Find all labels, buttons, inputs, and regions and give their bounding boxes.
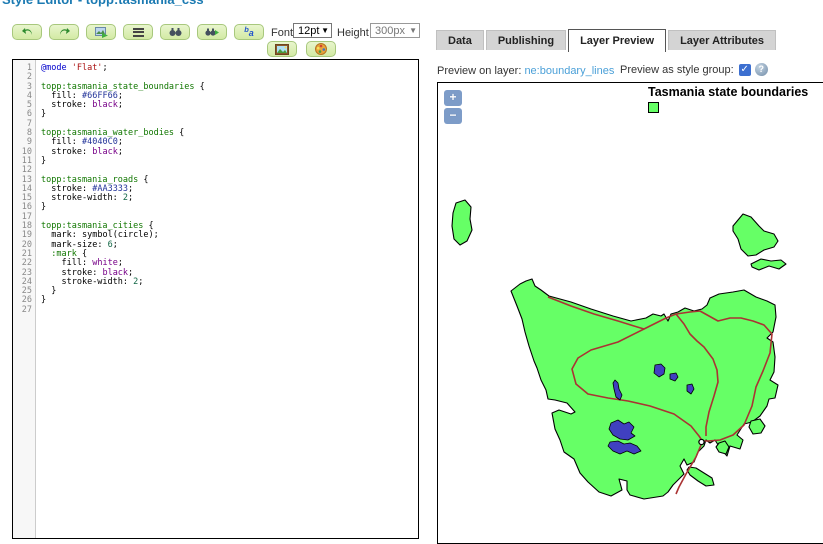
preview-on-layer-label: Preview on layer: [437,65,521,77]
code-line: @mode 'Flat'; [41,64,418,73]
preview-on-layer: Preview on layer: ne:boundary_lines [437,65,614,77]
land-polygon [751,259,786,270]
tab-strip: DataPublishingLayer PreviewLayer Attribu… [436,29,778,52]
tab-publishing[interactable]: Publishing [486,30,566,50]
code-line: } [41,296,418,305]
editor-height-select[interactable]: 300px ▼ [370,23,420,38]
height-label: Height [337,27,369,39]
code-line: } [41,157,418,166]
legend-swatch [648,102,659,113]
code-line [41,306,418,315]
style-group-label: Preview as style group: [620,64,734,76]
map-canvas[interactable] [438,83,823,544]
undo-arrow-icon [21,27,34,37]
tab-data[interactable]: Data [436,30,484,50]
find-next-binoculars-icon [205,27,219,37]
legend-title: Tasmania state boundaries [648,85,808,99]
chevron-down-icon: ▼ [321,26,329,35]
reformat-button[interactable] [123,24,153,40]
land-polygon [452,200,472,245]
layer-preview-map[interactable]: + − Tasmania state boundaries [437,82,823,544]
code-area[interactable]: @mode 'Flat'; topp:tasmania_state_bounda… [36,60,418,538]
city-marker [699,439,704,444]
tab-layer-attributes[interactable]: Layer Attributes [668,30,776,50]
line-number-gutter: 1234567891011121314151617181920212223242… [13,60,36,538]
redo-button[interactable] [49,24,79,40]
style-code-editor[interactable]: 1234567891011121314151617181920212223242… [12,59,419,539]
color-palette-icon [315,43,327,55]
code-line: } [41,203,418,212]
code-line: mark-size: 6; [41,241,418,250]
style-group-checkbox[interactable]: ✓ [739,64,751,76]
help-icon[interactable]: ? [755,63,768,76]
reformat-lines-icon [133,28,144,37]
preview-image-button[interactable] [267,41,297,57]
page-title: Style Editor - topp:tasmania_css [2,0,204,7]
apply-image-icon [95,27,108,38]
tab-layer-preview[interactable]: Layer Preview [568,29,666,52]
find-button[interactable] [160,24,190,40]
font-label: Font [271,27,293,39]
code-line: stroke-width: 2; [41,194,418,203]
land-polygon [687,467,714,486]
font-size-select[interactable]: 12pt ▼ [293,23,332,38]
change-case-button[interactable]: ba [234,24,264,40]
land-polygon [733,214,778,256]
change-case-icon: ba [244,26,254,38]
editor-height-value: 300px [375,25,405,37]
zoom-in-button[interactable]: + [444,90,462,106]
undo-button[interactable] [12,24,42,40]
line-number: 27 [13,306,32,315]
code-line: stroke: black; [41,101,418,110]
code-line: } [41,287,418,296]
find-binoculars-icon [169,27,182,37]
code-line: } [41,110,418,119]
color-picker-button[interactable] [306,41,336,57]
redo-arrow-icon [58,27,71,37]
code-line: stroke: black; [41,148,418,157]
picture-icon [275,44,289,55]
land-polygon [511,279,778,499]
font-size-value: 12pt [298,25,319,37]
code-line: stroke-width: 2; [41,278,418,287]
apply-style-button[interactable] [86,24,116,40]
zoom-out-button[interactable]: − [444,108,462,124]
layer-link[interactable]: ne:boundary_lines [524,65,614,77]
map-legend: Tasmania state boundaries [648,85,808,113]
chevron-down-icon: ▼ [409,26,417,35]
find-next-button[interactable] [197,24,227,40]
land-polygon [749,419,765,434]
